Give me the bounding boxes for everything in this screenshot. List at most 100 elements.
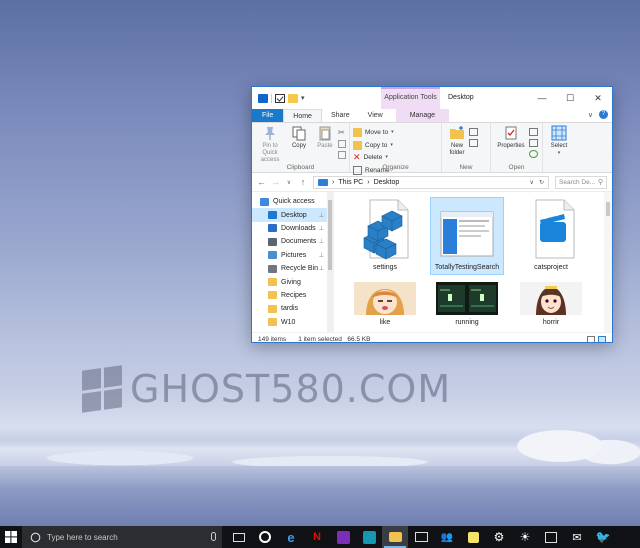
taskbar: Type here to search e N 👥 ⚙ ☀ ✉ 🐦 — [0, 526, 640, 548]
window-title: Desktop — [448, 94, 474, 101]
history-icon[interactable] — [529, 150, 538, 158]
taskbar-search-box[interactable]: Type here to search — [22, 526, 222, 548]
select-button[interactable]: Select ▾ — [546, 125, 572, 157]
netflix-icon: N — [310, 530, 324, 544]
address-bar-row: ← → ∨ ↑ › This PC › Desktop ∨ ↻ Search D… — [252, 173, 612, 192]
tab-home[interactable]: Home — [283, 109, 322, 122]
breadcrumb-desktop[interactable]: Desktop — [374, 179, 400, 186]
twitter-button[interactable]: 🐦 — [590, 526, 616, 548]
title-bar[interactable]: ▾ Application Tools Desktop — ☐ ✕ — [252, 87, 612, 109]
move-to-button[interactable]: Move to ▾ — [353, 127, 394, 137]
refresh-icon[interactable]: ↻ — [539, 180, 544, 186]
paste-shortcut-icon[interactable] — [338, 151, 346, 159]
file-item[interactable]: running — [430, 282, 504, 332]
pin-to-quick-access-button[interactable]: Pin to Quick access — [255, 125, 285, 164]
help-icon[interactable]: ? — [599, 110, 608, 119]
easy-access-icon[interactable] — [469, 139, 478, 147]
weather-button[interactable]: ☀ — [512, 526, 538, 548]
minimize-button[interactable]: — — [528, 87, 556, 109]
nav-scrollbar[interactable] — [327, 192, 333, 332]
new-folder-label: New folder — [449, 143, 465, 156]
photos-button[interactable] — [408, 526, 434, 548]
tab-manage[interactable]: Manage — [395, 109, 449, 122]
paste-label: Paste — [317, 143, 333, 149]
copy-to-label: Copy to — [365, 141, 388, 149]
address-dropdown-icon[interactable]: ∨ — [530, 180, 534, 186]
select-label: Select — [550, 143, 568, 149]
folder-icon — [268, 237, 277, 246]
tab-share[interactable]: Share — [322, 109, 359, 122]
customize-toolbar-icon[interactable]: ▾ — [301, 94, 305, 103]
properties-label: Properties — [497, 143, 525, 149]
photos-icon — [414, 532, 428, 542]
netflix-button[interactable]: N — [304, 526, 330, 548]
properties-button[interactable]: Properties — [494, 125, 528, 150]
copy-to-button[interactable]: Copy to ▾ — [353, 140, 394, 150]
file-explorer-button[interactable] — [382, 526, 408, 548]
sidebar-item-giving[interactable]: Giving — [252, 275, 333, 288]
sidebar-item-downloads[interactable]: Downloads ⊥ — [252, 222, 333, 235]
sidebar-item-desktop[interactable]: Desktop ⊥ — [252, 208, 333, 222]
pin-icon — [265, 127, 275, 140]
microphone-icon[interactable] — [211, 532, 216, 541]
sidebar-item-pictures[interactable]: Pictures ⊥ — [252, 249, 333, 262]
back-button[interactable]: ← — [257, 177, 266, 187]
sidebar-item-recycle-bin[interactable]: Recycle Bin ⊥ — [252, 262, 333, 275]
tab-view[interactable]: View — [359, 109, 392, 122]
copy-path-icon[interactable] — [338, 140, 346, 148]
camera-button[interactable] — [356, 526, 382, 548]
delete-button[interactable]: ✕ Delete ▾ — [353, 152, 390, 162]
expand-ribbon-icon[interactable]: ∨ — [588, 111, 593, 119]
edge-button[interactable]: e — [278, 526, 304, 548]
new-item-icon[interactable] — [469, 128, 478, 136]
address-bar[interactable]: › This PC › Desktop ∨ ↻ — [313, 175, 549, 189]
file-item[interactable]: horrir — [514, 282, 588, 332]
breadcrumb-this-pc[interactable]: This PC — [338, 179, 363, 186]
settings-button[interactable]: ⚙ — [486, 526, 512, 548]
file-item[interactable]: like — [348, 282, 422, 332]
file-item[interactable]: TotallyTestingSearch — [430, 197, 504, 275]
sidebar-item-documents[interactable]: Documents ⊥ — [252, 235, 333, 248]
close-button[interactable]: ✕ — [584, 87, 612, 109]
details-view-icon[interactable] — [587, 336, 595, 342]
copy-button[interactable]: Copy — [287, 125, 311, 150]
edit-icon[interactable] — [529, 139, 538, 147]
sticky-notes-button[interactable] — [460, 526, 486, 548]
content-scrollbar[interactable] — [604, 192, 612, 332]
start-button[interactable] — [0, 526, 22, 548]
sidebar-item-recipes[interactable]: Recipes — [252, 289, 333, 302]
recent-locations-button[interactable]: ∨ — [285, 179, 293, 186]
sidebar-item-tardis[interactable]: tardis — [252, 302, 333, 315]
sidebar-item-w10[interactable]: W10 — [252, 316, 333, 329]
properties-check-icon[interactable] — [275, 93, 285, 103]
tab-file[interactable]: File — [252, 109, 284, 122]
file-item[interactable]: settings — [348, 198, 422, 274]
open-icon[interactable] — [529, 128, 538, 136]
up-button[interactable]: ↑ — [299, 177, 307, 187]
new-folder-icon[interactable] — [288, 93, 298, 103]
onenote-button[interactable] — [330, 526, 356, 548]
sidebar-item-label: Giving — [281, 278, 301, 286]
mail-button[interactable]: ✉ — [564, 526, 590, 548]
sidebar-item-label: W10 — [281, 318, 296, 326]
edge-icon: e — [287, 529, 295, 545]
calendar-button[interactable] — [538, 526, 564, 548]
paste-button[interactable]: Paste — [313, 125, 337, 150]
people-button[interactable]: 👥 — [434, 526, 460, 548]
task-view-button[interactable] — [226, 526, 252, 548]
forward-button[interactable]: → — [271, 177, 280, 187]
sidebar-item-quick-access[interactable]: Quick access — [252, 195, 333, 208]
onenote-icon — [336, 530, 350, 544]
organize-group: Move to ▾ Copy to ▾ ✕ Delete ▾ Rename Or… — [350, 123, 442, 175]
new-folder-icon — [450, 126, 464, 139]
selection-size: 66.5 KB — [347, 336, 371, 343]
pin-icon: ⊥ — [318, 239, 324, 246]
file-item[interactable]: catsproject — [514, 198, 588, 274]
search-input[interactable]: Search De... ⚲ — [555, 175, 607, 189]
large-icons-view-icon[interactable] — [598, 336, 606, 342]
groove-music-button[interactable] — [252, 526, 278, 548]
quick-access-toolbar: ▾ — [252, 93, 305, 103]
cut-icon[interactable]: ✂ — [338, 128, 346, 137]
maximize-button[interactable]: ☐ — [556, 87, 584, 109]
new-folder-button[interactable]: New folder — [445, 125, 469, 157]
